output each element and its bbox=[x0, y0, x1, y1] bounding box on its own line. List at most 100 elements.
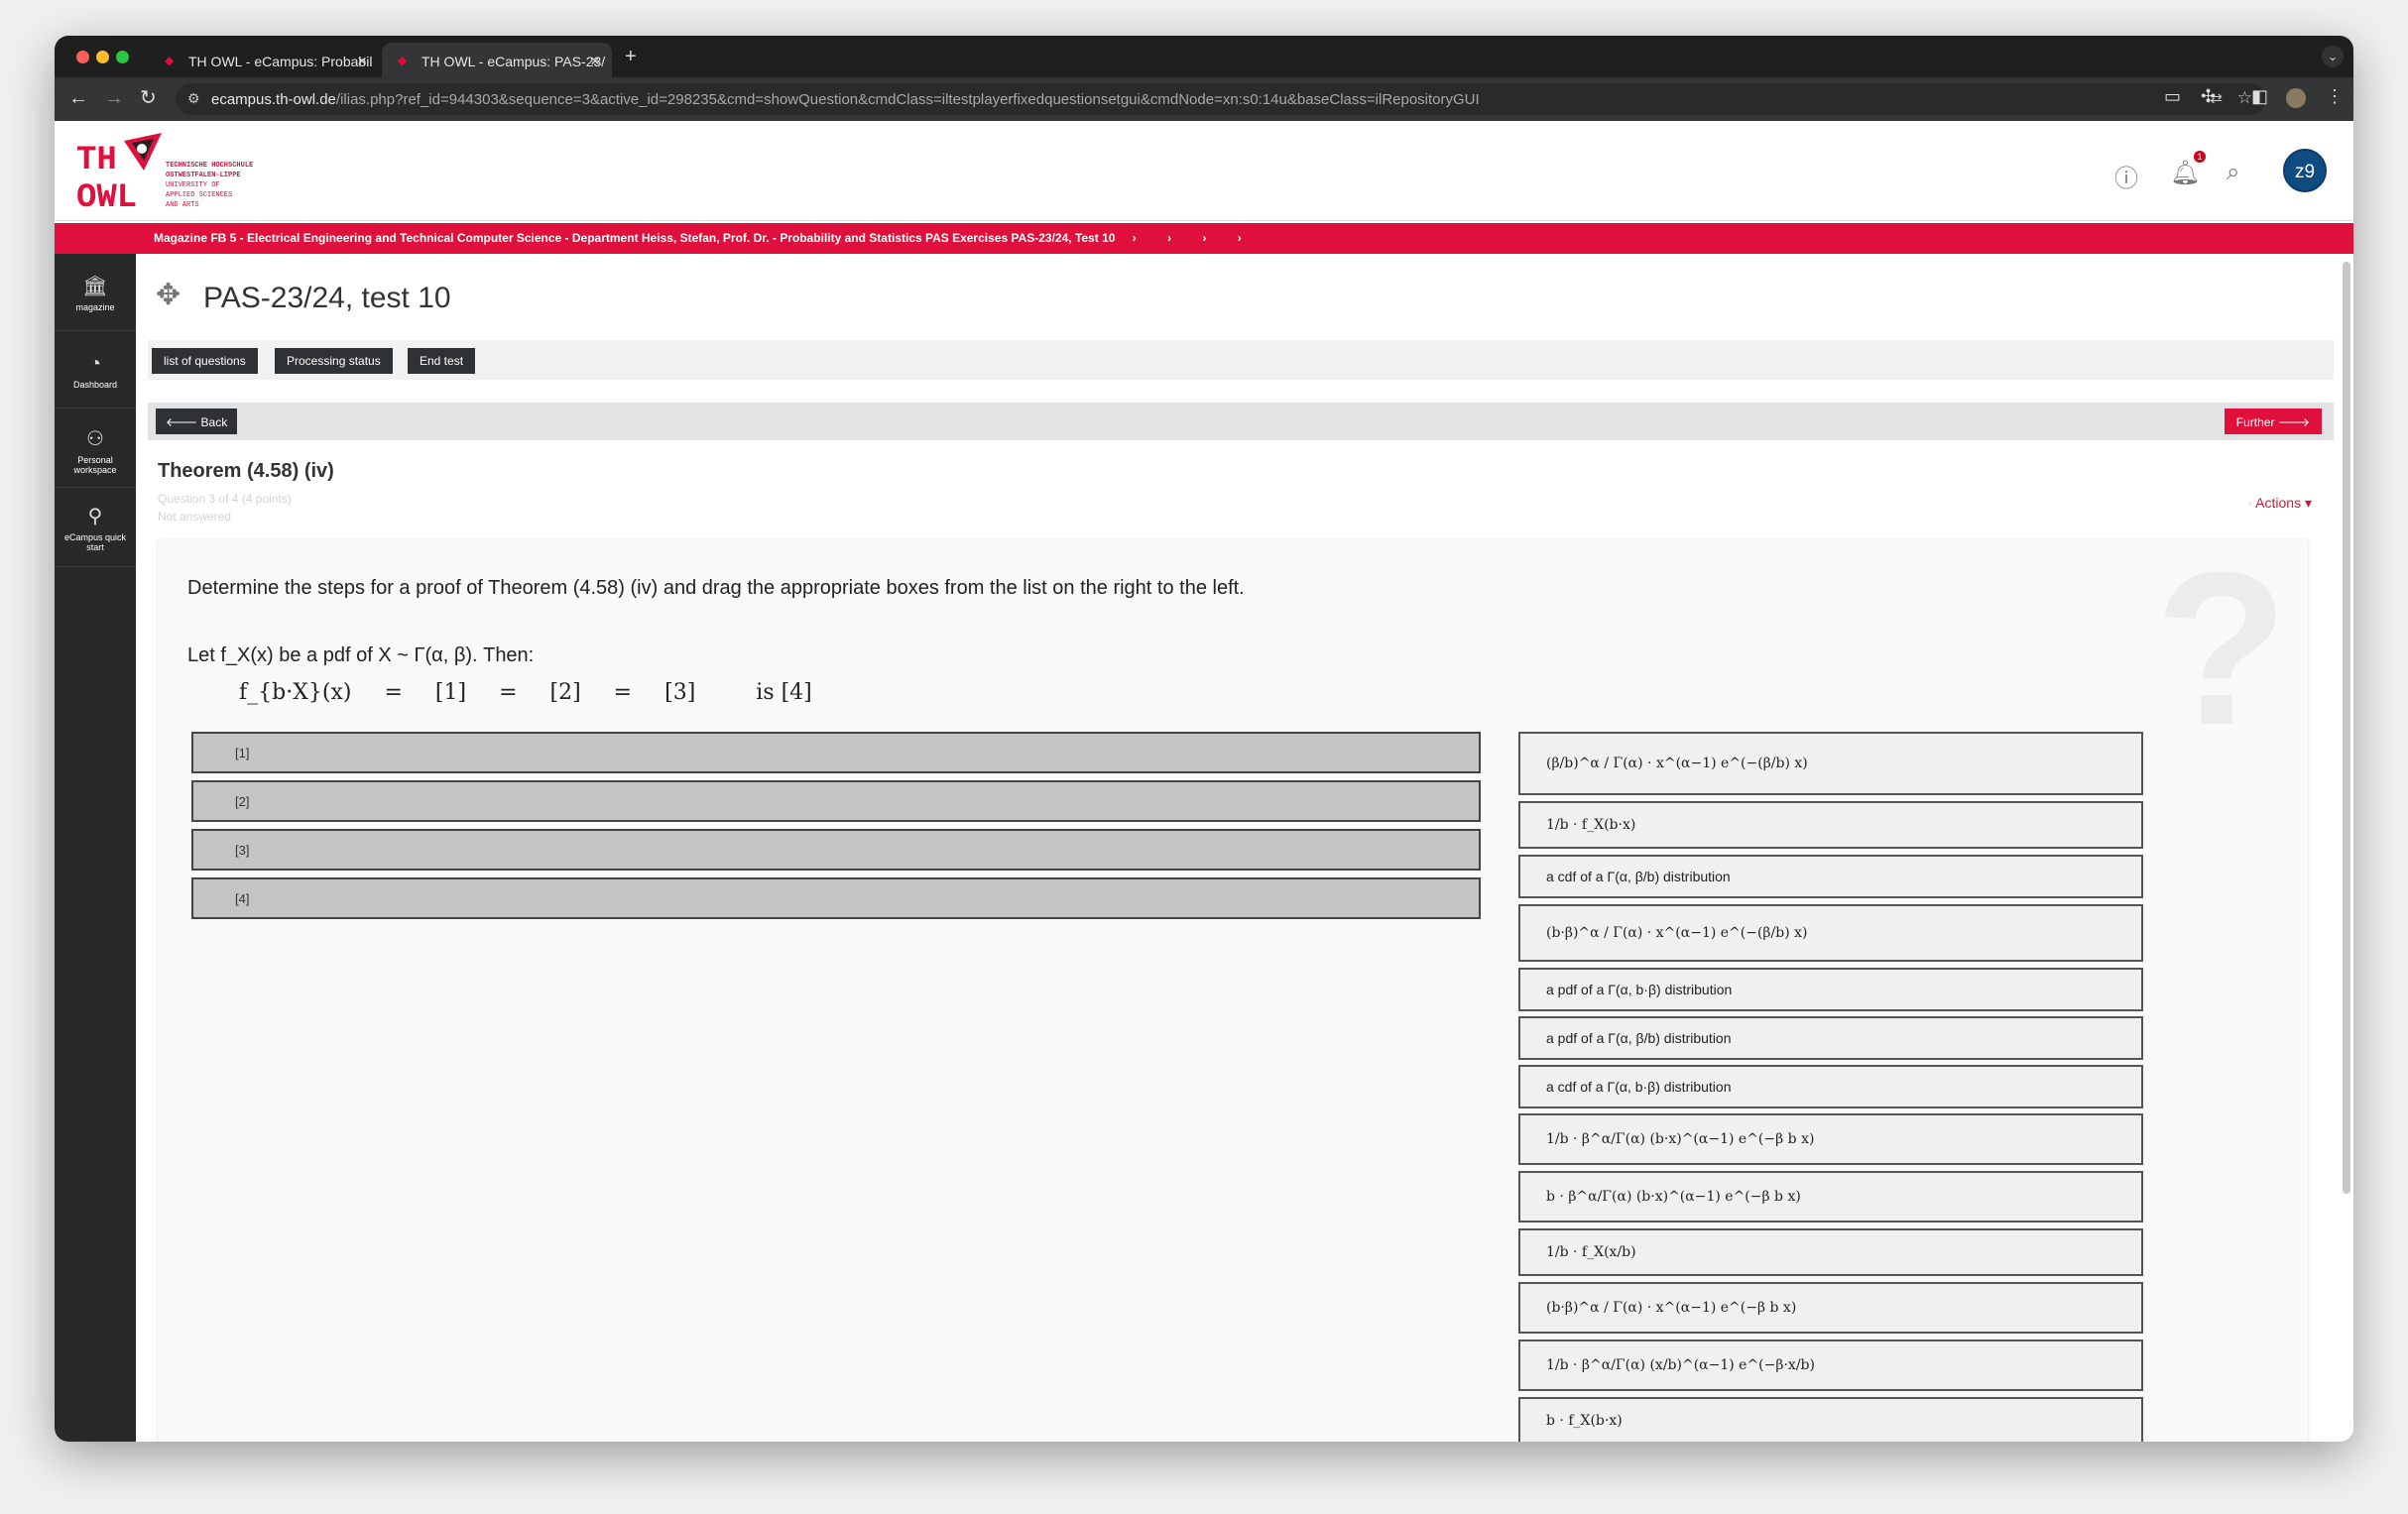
minimize-window-icon[interactable] bbox=[96, 51, 109, 63]
breadcrumb-path[interactable]: Magazine FB 5 - Electrical Engineering a… bbox=[154, 231, 1115, 245]
drop-target-4[interactable]: [4] bbox=[191, 877, 1481, 919]
drag-source-label: (β/b)^α / Γ(α) · x^(α−1) e^(−(β/b) x) bbox=[1546, 756, 1808, 771]
equation-term: = bbox=[613, 680, 633, 705]
close-window-icon[interactable] bbox=[76, 51, 89, 63]
question-navigation: 🡐 Back Further 🡒 bbox=[148, 403, 2334, 440]
logo-line: OSTWESTFALEN-LIPPE bbox=[166, 172, 241, 179]
chevron-right-icon[interactable]: › bbox=[1202, 231, 1206, 245]
actions-dropdown[interactable]: ◦ Actions ▾ bbox=[2247, 495, 2312, 512]
sidebar-item-label: Dashboard bbox=[72, 380, 118, 390]
drag-source-label: b · f_X(b·x) bbox=[1546, 1413, 1623, 1429]
chevron-right-icon[interactable]: › bbox=[1238, 231, 1242, 245]
drag-source-box[interactable]: (b·β)^α / Γ(α) · x^(α−1) e^(−(β/b) x) bbox=[1518, 904, 2143, 962]
browser-tab-1[interactable]: ◆ TH OWL - eCampus: Probabil × bbox=[149, 43, 379, 77]
end-test-button[interactable]: End test bbox=[408, 348, 476, 374]
drag-source-box[interactable]: a pdf of a Γ(α, β/b) distribution bbox=[1518, 1016, 2143, 1060]
arrow-right-icon: 🡒 bbox=[2277, 415, 2310, 429]
actions-label: Actions bbox=[2255, 495, 2302, 511]
tab-search-icon[interactable]: ⌄ bbox=[2322, 46, 2344, 67]
reload-icon[interactable]: ↻ bbox=[140, 87, 157, 109]
forward-arrow-icon[interactable]: → bbox=[104, 87, 124, 109]
link-icon: ⚲ bbox=[87, 506, 103, 527]
drag-source-box[interactable]: 1/b · β^α/Γ(α) (x/b)^(α−1) e^(−β·x/b) bbox=[1518, 1339, 2143, 1391]
help-icon[interactable]: ⓘ bbox=[2114, 159, 2138, 193]
notification-badge: 1 bbox=[2194, 151, 2206, 163]
drag-source-box[interactable]: b · β^α/Γ(α) (b·x)^(α−1) e^(−β b x) bbox=[1518, 1171, 2143, 1223]
bell-icon[interactable]: 🔔︎ bbox=[2170, 159, 2200, 187]
cast-icon[interactable]: ▭ bbox=[2164, 86, 2181, 107]
svg-text:OWL: OWL bbox=[76, 179, 137, 210]
main-content: ✥ PAS-23/24, test 10 list of questions P… bbox=[136, 254, 2353, 1442]
sidebar-item-magazine[interactable]: 🏛︎ magazine bbox=[55, 254, 136, 331]
site-info-icon[interactable]: ⚙ bbox=[187, 90, 200, 107]
drag-source-box[interactable]: (b·β)^α / Γ(α) · x^(α−1) e^(−β b x) bbox=[1518, 1282, 2143, 1334]
close-tab-icon[interactable]: × bbox=[357, 52, 367, 71]
drag-source-box[interactable]: (β/b)^α / Γ(α) · x^(α−1) e^(−(β/b) x) bbox=[1518, 732, 2143, 795]
user-avatar[interactable]: z9 bbox=[2283, 149, 2327, 192]
dashboard-icon: ◔ bbox=[88, 353, 102, 375]
browser-menu-icon[interactable]: ⋮ bbox=[2326, 86, 2344, 107]
list-of-questions-button[interactable]: list of questions bbox=[152, 348, 258, 374]
equation-term: f_{b·X}(x) bbox=[239, 680, 352, 705]
sidebar-item-label: eCampus quick start bbox=[63, 532, 127, 552]
further-button[interactable]: Further 🡒 bbox=[2224, 408, 2322, 434]
sidepanel-icon[interactable]: ◧ bbox=[2251, 86, 2268, 107]
back-button[interactable]: 🡐 Back bbox=[156, 408, 238, 434]
drag-source-box[interactable]: b · f_X(b·x) bbox=[1518, 1397, 2143, 1442]
tab-title: TH OWL - eCampus: PAS-23/ bbox=[421, 54, 606, 69]
url-path: /ilias.php?ref_id=944303&sequence=3&acti… bbox=[335, 91, 1480, 108]
drag-source-box[interactable]: a pdf of a Γ(α, b·β) distribution bbox=[1518, 968, 2143, 1011]
drag-source-box[interactable]: 1/b · f_X(x/b) bbox=[1518, 1228, 2143, 1276]
back-label: Back bbox=[200, 415, 228, 429]
bookmark-star-icon[interactable]: ☆ bbox=[2237, 88, 2252, 108]
page-scrollbar[interactable] bbox=[2343, 262, 2350, 1194]
sidebar-item-dashboard[interactable]: ◔ Dashboard bbox=[55, 331, 136, 408]
search-icon[interactable]: ⌕ bbox=[2227, 159, 2239, 186]
drag-source-label: a cdf of a Γ(α, β/b) distribution bbox=[1546, 869, 1731, 884]
bank-icon: 🏛︎ bbox=[82, 276, 108, 297]
drag-source-label: b · β^α/Γ(α) (b·x)^(α−1) e^(−β b x) bbox=[1546, 1189, 1801, 1205]
drop-target-1[interactable]: [1] bbox=[191, 732, 1481, 773]
th-owl-favicon-icon: ◆ bbox=[165, 54, 175, 67]
sidebar-item-personal-workspace[interactable]: ⚇ Personal workspace bbox=[55, 408, 136, 488]
drop-target-2[interactable]: [2] bbox=[191, 780, 1481, 822]
sidebar-item-label: magazine bbox=[75, 302, 115, 312]
chevron-right-icon[interactable]: › bbox=[1167, 231, 1171, 245]
extensions-icon[interactable]: ✣ bbox=[2201, 86, 2216, 107]
drop-target-label: [1] bbox=[235, 746, 250, 760]
drag-source-box[interactable]: 1/b · f_X(b·x) bbox=[1518, 801, 2143, 849]
tab-title: TH OWL - eCampus: Probabil bbox=[188, 54, 373, 69]
close-tab-icon[interactable]: × bbox=[590, 52, 600, 71]
logo-line: AND ARTS bbox=[166, 201, 199, 209]
url-field[interactable]: ⚙ ecampus.th-owl.de/ilias.php?ref_id=944… bbox=[176, 83, 2266, 115]
browser-tab-2[interactable]: ◆ TH OWL - eCampus: PAS-23/ × bbox=[382, 43, 612, 77]
site-header: TH OWL TECHNISCHE HOCHSCHULE OSTWESTFALE… bbox=[55, 121, 2353, 221]
sidebar-item-quick-start[interactable]: ⚲ eCampus quick start bbox=[55, 488, 136, 567]
address-bar: ← → ↻ ⚙ ecampus.th-owl.de/ilias.php?ref_… bbox=[55, 77, 2353, 121]
back-arrow-icon[interactable]: ← bbox=[68, 87, 88, 109]
drag-source-label: 1/b · β^α/Γ(α) (x/b)^(α−1) e^(−β·x/b) bbox=[1546, 1357, 1815, 1373]
th-owl-logo[interactable]: TH OWL TECHNISCHE HOCHSCHULE OSTWESTFALE… bbox=[74, 131, 283, 217]
breadcrumb: Magazine FB 5 - Electrical Engineering a… bbox=[55, 223, 2353, 254]
browser-window: ◆ TH OWL - eCampus: Probabil × ◆ TH OWL … bbox=[55, 36, 2353, 1442]
new-tab-icon[interactable]: + bbox=[625, 46, 637, 68]
drag-source-label: a pdf of a Γ(α, b·β) distribution bbox=[1546, 982, 1733, 997]
logo-line: TECHNISCHE HOCHSCHULE bbox=[166, 162, 254, 170]
drag-source-box[interactable]: a cdf of a Γ(α, b·β) distribution bbox=[1518, 1065, 2143, 1108]
drag-source-label: a pdf of a Γ(α, β/b) distribution bbox=[1546, 1030, 1732, 1046]
drop-target-label: [3] bbox=[235, 843, 250, 858]
drag-source-box[interactable]: a cdf of a Γ(α, β/b) distribution bbox=[1518, 855, 2143, 898]
test-toolbar: list of questions Processing status End … bbox=[148, 340, 2334, 380]
sidebar-item-label: Personal workspace bbox=[73, 455, 117, 475]
maximize-window-icon[interactable] bbox=[116, 51, 129, 63]
drag-source-box[interactable]: 1/b · β^α/Γ(α) (b·x)^(α−1) e^(−β b x) bbox=[1518, 1113, 2143, 1165]
drop-target-3[interactable]: [3] bbox=[191, 829, 1481, 871]
chevron-right-icon[interactable]: › bbox=[1133, 231, 1137, 245]
arrow-left-icon: 🡐 bbox=[166, 415, 198, 429]
logo-line: APPLIED SCIENCES bbox=[166, 191, 233, 199]
svg-text:TH: TH bbox=[76, 142, 117, 179]
drag-source-label: 1/b · β^α/Γ(α) (b·x)^(α−1) e^(−β b x) bbox=[1546, 1131, 1815, 1147]
profile-avatar-icon[interactable] bbox=[2286, 88, 2306, 108]
url-host: ecampus.th-owl.de bbox=[211, 91, 336, 108]
processing-status-button[interactable]: Processing status bbox=[275, 348, 393, 374]
